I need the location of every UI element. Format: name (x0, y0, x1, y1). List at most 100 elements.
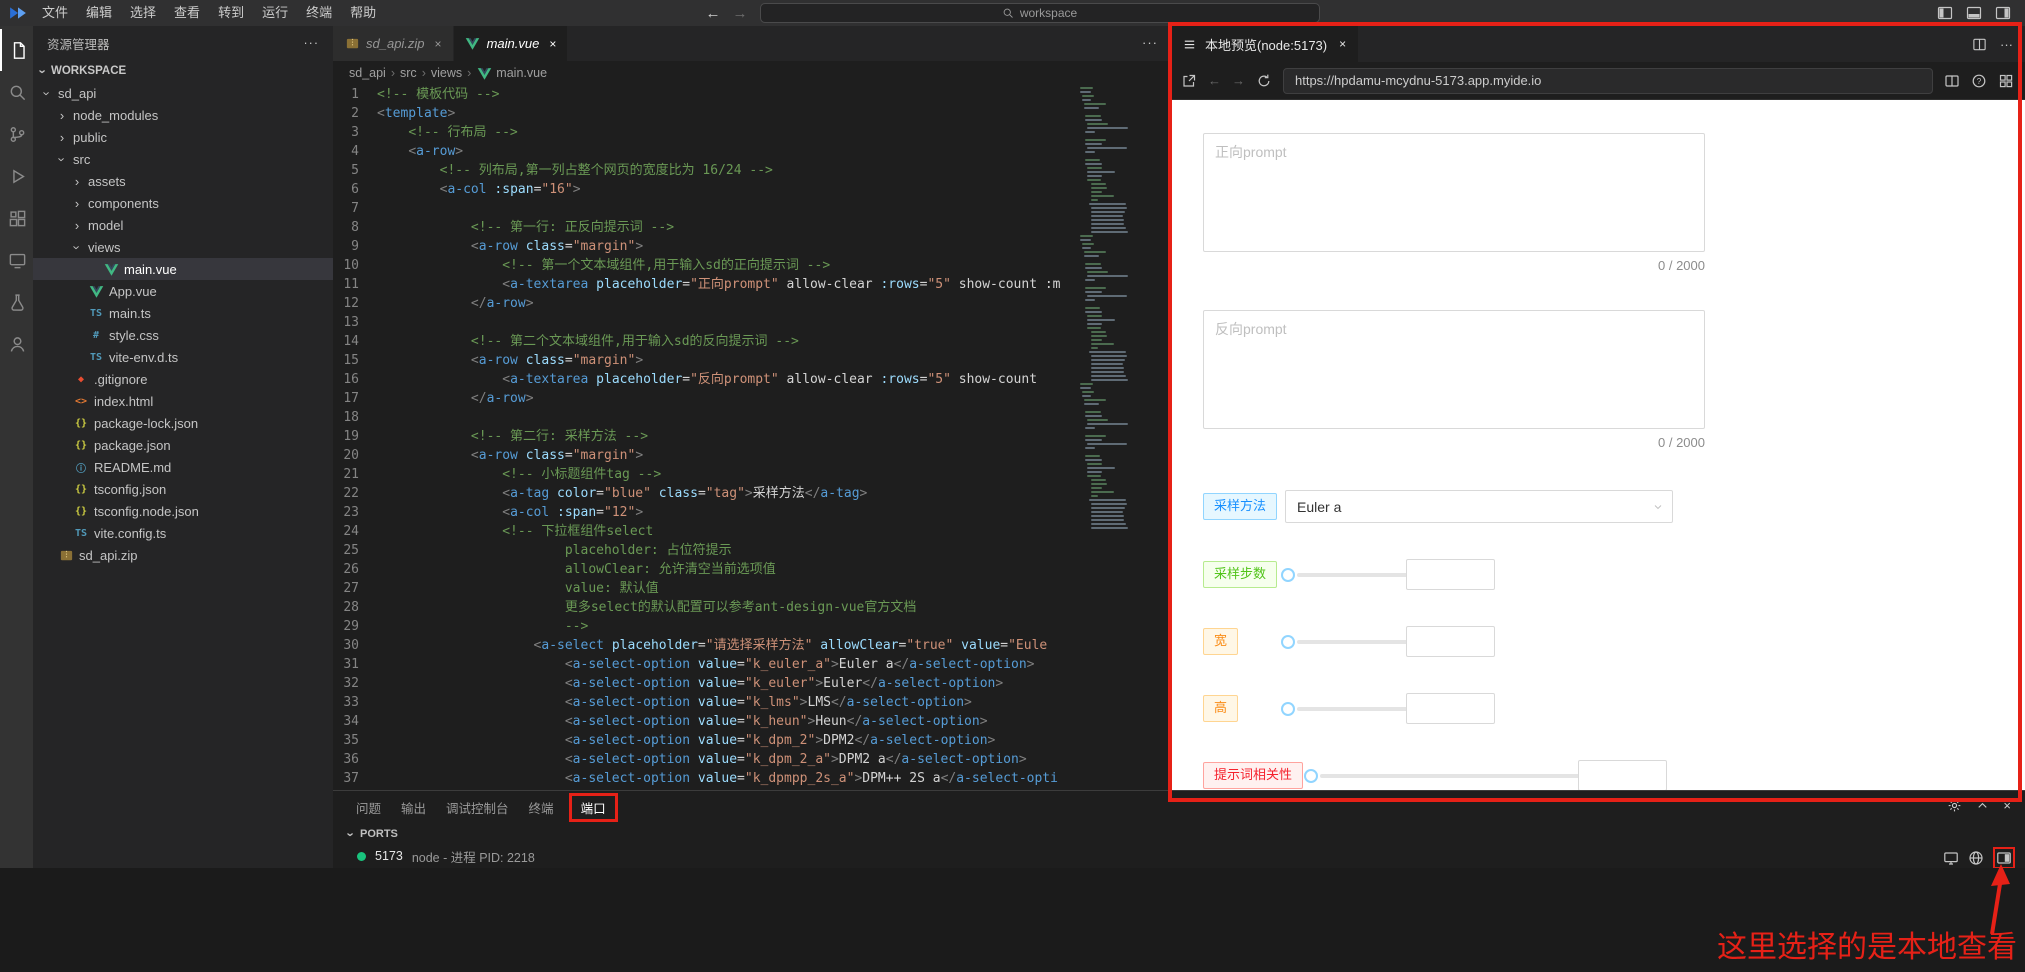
help-icon[interactable]: ? (1971, 73, 1987, 89)
menu-item-2[interactable]: 选择 (121, 0, 165, 26)
menu-item-4[interactable]: 转到 (209, 0, 253, 26)
param-input[interactable] (1406, 559, 1495, 590)
slider-handle-icon[interactable] (1281, 568, 1295, 582)
panel-maximize-icon[interactable] (1975, 798, 1990, 813)
param-input[interactable] (1406, 693, 1495, 724)
file-tree: ›sd_api›node_modules›public›src›assets›c… (33, 82, 333, 566)
tree-item[interactable]: ›TSmain.ts (33, 302, 333, 324)
menu-item-5[interactable]: 运行 (253, 0, 297, 26)
tree-item[interactable]: ›model (33, 214, 333, 236)
breadcrumb-item[interactable]: views (431, 66, 462, 80)
tree-item[interactable]: ›ⓘREADME.md (33, 456, 333, 478)
negative-prompt-textarea[interactable] (1203, 310, 1705, 429)
history-forward-button[interactable]: → (733, 6, 748, 21)
param-slider[interactable] (1281, 702, 1414, 716)
open-in-editor-icon[interactable] (1943, 850, 1959, 866)
tree-item[interactable]: ›{}tsconfig.json (33, 478, 333, 500)
breadcrumb-item[interactable]: main.vue (476, 66, 547, 81)
toggle-sidebar-icon[interactable] (1937, 5, 1953, 21)
code-editor[interactable]: 1<!-- 模板代码 -->2<template>3 <!-- 行布局 -->4… (333, 85, 1170, 790)
toggle-secondary-sidebar-icon[interactable] (1995, 5, 2011, 21)
tree-item[interactable]: ›TSvite-env.d.ts (33, 346, 333, 368)
slider-handle-icon[interactable] (1304, 769, 1318, 783)
param-row: 提示词相关性 (1203, 759, 1723, 790)
tree-item[interactable]: ›{}package.json (33, 434, 333, 456)
panel-tab[interactable]: 端口 (569, 793, 618, 822)
activity-run-debug[interactable] (0, 155, 33, 197)
ports-section-header[interactable]: › PORTS (333, 823, 2025, 845)
panel-tab[interactable]: 调试控制台 (441, 795, 514, 820)
menu-item-3[interactable]: 查看 (165, 0, 209, 26)
menu-item-0[interactable]: 文件 (33, 0, 77, 26)
open-local-preview-icon[interactable] (1993, 847, 2015, 869)
port-row[interactable]: 5173 node - 进程 PID: 2218 (333, 845, 2025, 867)
menu-item-7[interactable]: 帮助 (341, 0, 385, 26)
sidebar-more-icon[interactable]: ··· (304, 36, 320, 50)
preview-forward-icon[interactable]: → (1232, 73, 1245, 88)
activity-search[interactable] (0, 71, 33, 113)
param-slider[interactable] (1281, 568, 1414, 582)
panel-settings-icon[interactable] (1947, 798, 1962, 813)
activity-extensions[interactable] (0, 197, 33, 239)
panel-tab[interactable]: 终端 (524, 795, 559, 820)
workspace-section-header[interactable]: › WORKSPACE (33, 60, 333, 82)
close-icon[interactable]: × (549, 37, 556, 51)
open-external-icon[interactable] (1181, 73, 1197, 89)
tree-item[interactable]: ›#style.css (33, 324, 333, 346)
tree-item[interactable]: ›App.vue (33, 280, 333, 302)
breadcrumb-item[interactable]: sd_api (349, 66, 386, 80)
param-slider[interactable] (1281, 635, 1414, 649)
tree-item[interactable]: ›{}tsconfig.node.json (33, 500, 333, 522)
tree-item[interactable]: ›sd_api.zip (33, 544, 333, 566)
close-icon[interactable]: × (435, 37, 442, 51)
breadcrumb-item[interactable]: src (400, 66, 417, 80)
open-in-browser-icon[interactable] (1968, 850, 1984, 866)
panel-close-icon[interactable]: × (2003, 798, 2011, 813)
param-input[interactable] (1578, 760, 1667, 790)
param-slider[interactable] (1304, 769, 1596, 783)
preview-tab[interactable]: 本地预览(node:5173) × (1170, 26, 1358, 62)
menu-item-1[interactable]: 编辑 (77, 0, 121, 26)
tree-item[interactable]: ›{}package-lock.json (33, 412, 333, 434)
split-view-icon[interactable] (1944, 73, 1960, 89)
activity-remote[interactable] (0, 239, 33, 281)
editor-tab[interactable]: main.vue× (454, 26, 569, 61)
tree-item[interactable]: ›public (33, 126, 333, 148)
positive-prompt-textarea[interactable] (1203, 133, 1705, 252)
slider-handle-icon[interactable] (1281, 702, 1295, 716)
preview-url-input[interactable]: https://hpdamu-mcydnu-5173.app.myide.io (1283, 68, 1933, 94)
chevron-icon: › (56, 130, 68, 145)
activity-source-control[interactable] (0, 113, 33, 155)
tree-item[interactable]: ›views (33, 236, 333, 258)
preview-back-icon[interactable]: ← (1208, 73, 1221, 88)
panel-tab[interactable]: 问题 (351, 795, 386, 820)
devtools-icon[interactable] (1998, 73, 2014, 89)
tree-item[interactable]: ›<>index.html (33, 390, 333, 412)
activity-account[interactable] (0, 323, 33, 365)
minimap[interactable] (1080, 87, 1168, 531)
split-editor-icon[interactable] (1972, 37, 1987, 52)
tree-item[interactable]: ›main.vue (33, 258, 333, 280)
slider-handle-icon[interactable] (1281, 635, 1295, 649)
command-center-search[interactable]: workspace (760, 3, 1320, 23)
panel-tab[interactable]: 输出 (396, 795, 431, 820)
toggle-panel-icon[interactable] (1966, 5, 1982, 21)
history-back-button[interactable]: ← (706, 6, 721, 21)
refresh-icon[interactable] (1256, 73, 1272, 89)
tree-item[interactable]: ›sd_api (33, 82, 333, 104)
tree-item[interactable]: ›◆.gitignore (33, 368, 333, 390)
tree-item[interactable]: ›assets (33, 170, 333, 192)
tree-item[interactable]: ›components (33, 192, 333, 214)
tree-item[interactable]: ›src (33, 148, 333, 170)
tree-item[interactable]: ›TSvite.config.ts (33, 522, 333, 544)
editor-more-actions-icon[interactable]: ··· (1142, 35, 1158, 50)
close-icon[interactable]: × (1339, 37, 1346, 51)
preview-more-actions-icon[interactable]: ··· (2000, 37, 2013, 52)
param-input[interactable] (1406, 626, 1495, 657)
sampler-select[interactable]: Euler a (1285, 490, 1673, 523)
tree-item[interactable]: ›node_modules (33, 104, 333, 126)
activity-testing[interactable] (0, 281, 33, 323)
activity-explorer[interactable] (0, 29, 33, 71)
editor-tab[interactable]: sd_api.zip× (333, 26, 454, 61)
menu-item-6[interactable]: 终端 (297, 0, 341, 26)
